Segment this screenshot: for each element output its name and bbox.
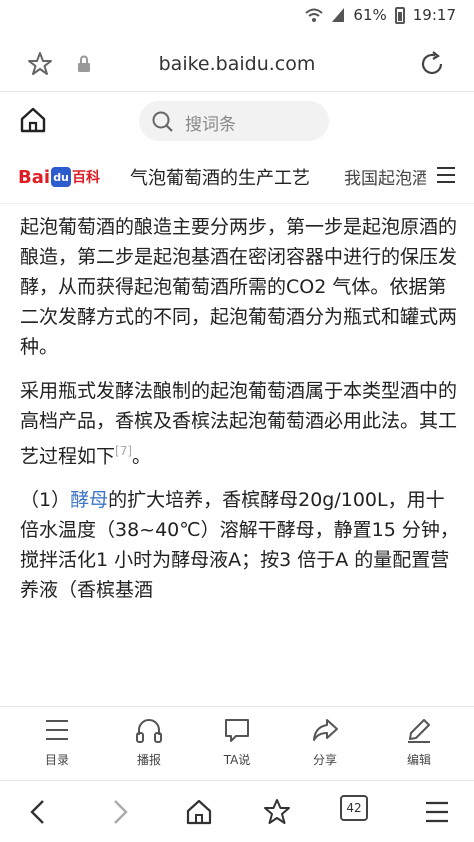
paragraph-3: （1）酵母的扩大培养，香槟酵母20g/100L，用十倍水温度（38~40℃）溶解… bbox=[20, 485, 460, 605]
clock: 19:17 bbox=[412, 6, 456, 24]
favorites-star-icon[interactable] bbox=[260, 795, 294, 829]
browser-nav-bar: 42 bbox=[0, 780, 474, 842]
more-menu-icon[interactable] bbox=[420, 795, 454, 829]
signal-icon bbox=[332, 8, 345, 22]
search-input[interactable]: 搜词条 bbox=[139, 101, 329, 141]
paragraph-1: 起泡葡萄酒的酿造主要分两步，第一步是起泡原酒的酿造，第二步是起泡基酒在密闭容器中… bbox=[20, 216, 458, 358]
edit-label: 编辑 bbox=[406, 753, 431, 767]
paragraph-2-text: 采用瓶式发酵法酿制的起泡葡萄酒属于本类型酒中的高档产品，香槟及香槟法起泡葡萄酒必… bbox=[20, 380, 458, 468]
tabs-count-button[interactable]: 42 bbox=[340, 795, 368, 821]
menu-icon[interactable] bbox=[436, 166, 456, 184]
logo-baike: 百科 bbox=[72, 170, 101, 186]
battery-percent: 61% bbox=[353, 6, 387, 24]
back-icon[interactable] bbox=[22, 795, 56, 829]
ta-says-label: TA说 bbox=[223, 753, 251, 767]
baidu-baike-logo[interactable]: Bai du 百科 bbox=[18, 164, 100, 190]
logo-du: du bbox=[53, 170, 69, 184]
article-toolbar: 目录 播报 TA说 分享 编辑 bbox=[0, 706, 474, 780]
play-button[interactable]: 播报 bbox=[112, 715, 186, 768]
edit-button[interactable]: 编辑 bbox=[382, 715, 456, 768]
search-row: 搜词条 bbox=[0, 92, 474, 150]
contents-label: 目录 bbox=[44, 753, 69, 767]
section-tabs: Bai du 百科 气泡葡萄酒的生产工艺 我国起泡酒 bbox=[0, 150, 474, 204]
pencil-icon bbox=[408, 719, 430, 743]
url-domain[interactable]: baike.baidu.com bbox=[0, 53, 474, 75]
reference-7[interactable]: [7] bbox=[115, 444, 132, 458]
contents-button[interactable]: 目录 bbox=[20, 715, 94, 768]
paragraph-2-end: 。 bbox=[132, 445, 152, 468]
home-nav-icon[interactable] bbox=[182, 795, 216, 829]
paw-icon: du bbox=[51, 167, 72, 187]
ta-says-button[interactable]: TA说 bbox=[200, 715, 274, 768]
status-right: 61% 19:17 bbox=[305, 6, 456, 24]
url-bar: baike.baidu.com bbox=[0, 34, 474, 92]
tab-active[interactable]: 气泡葡萄酒的生产工艺 bbox=[130, 164, 310, 190]
headphones-icon bbox=[136, 719, 162, 743]
search-placeholder: 搜词条 bbox=[185, 115, 236, 135]
step-number: （1） bbox=[20, 489, 71, 512]
wifi-icon bbox=[305, 8, 324, 22]
paragraph-2: 采用瓶式发酵法酿制的起泡葡萄酒属于本类型酒中的高档产品，香槟及香槟法起泡葡萄酒必… bbox=[20, 376, 460, 471]
status-bar: 61% 19:17 bbox=[0, 0, 474, 34]
play-label: 播报 bbox=[136, 753, 161, 767]
forward-icon[interactable] bbox=[102, 795, 136, 829]
home-icon[interactable] bbox=[18, 106, 48, 134]
battery-icon bbox=[394, 6, 405, 24]
logo-bai: Bai bbox=[18, 166, 51, 188]
share-label: 分享 bbox=[312, 753, 337, 767]
comment-icon bbox=[225, 719, 249, 742]
article-body: 起泡葡萄酒的酿造主要分两步，第一步是起泡原酒的酿造，第二步是起泡基酒在密闭容器中… bbox=[20, 212, 460, 706]
share-icon bbox=[313, 719, 338, 741]
reload-icon[interactable] bbox=[418, 50, 446, 78]
list-icon bbox=[46, 720, 68, 740]
share-button[interactable]: 分享 bbox=[288, 715, 362, 768]
search-icon bbox=[152, 111, 173, 132]
tab-next[interactable]: 我国起泡酒 bbox=[344, 164, 426, 189]
yeast-link[interactable]: 酵母 bbox=[70, 489, 108, 511]
